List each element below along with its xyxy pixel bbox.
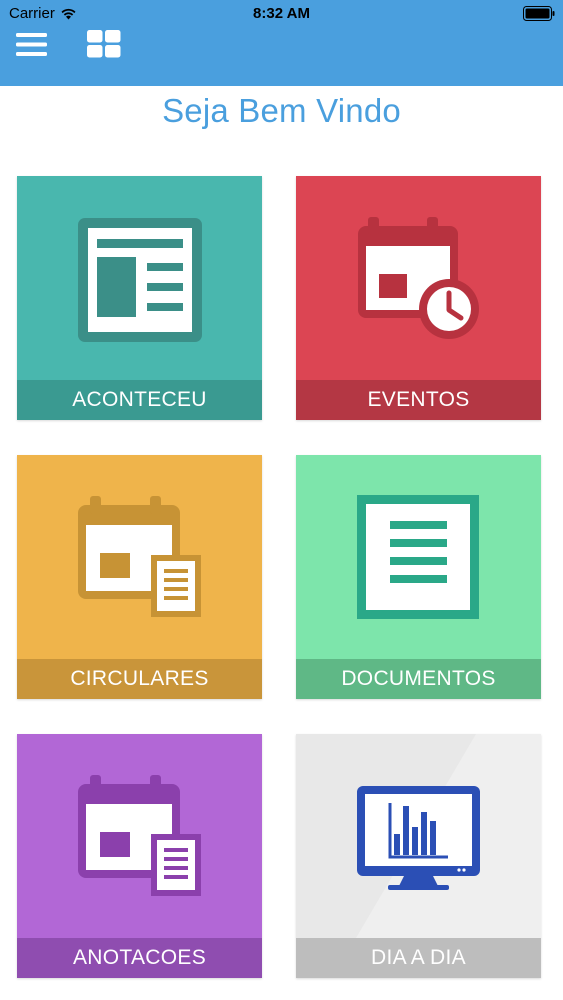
calendar-document-icon (78, 496, 201, 617)
status-bar: Carrier 8:32 AM (0, 0, 563, 28)
tile-label: EVENTOS (296, 380, 541, 420)
tile-dia-a-dia[interactable]: DIA A DIA (296, 734, 541, 978)
hamburger-menu-icon[interactable] (16, 32, 48, 58)
tile-circulares[interactable]: CIRCULARES (17, 455, 262, 699)
status-time: 8:32 AM (253, 5, 310, 22)
tile-anotacoes[interactable]: ANOTACOES (17, 734, 262, 978)
newspaper-icon (78, 218, 202, 342)
tile-label: ANOTACOES (17, 938, 262, 978)
tile-eventos[interactable]: EVENTOS (296, 176, 541, 420)
tile-label: DIA A DIA (296, 938, 541, 978)
calendar-note-icon (78, 775, 201, 896)
tile-label: ACONTECEU (17, 380, 262, 420)
battery-icon (523, 6, 555, 21)
document-list-icon (357, 495, 479, 619)
tile-aconteceu[interactable]: ACONTECEU (17, 176, 262, 420)
tile-label: DOCUMENTOS (296, 659, 541, 699)
tile-label: CIRCULARES (17, 659, 262, 699)
tile-documentos[interactable]: DOCUMENTOS (296, 455, 541, 699)
grid-view-icon[interactable] (87, 30, 121, 58)
app-header: Carrier 8:32 AM (0, 0, 563, 86)
page-title: Seja Bem Vindo (162, 92, 401, 129)
monitor-chart-icon (356, 734, 541, 938)
calendar-clock-icon (358, 217, 479, 339)
